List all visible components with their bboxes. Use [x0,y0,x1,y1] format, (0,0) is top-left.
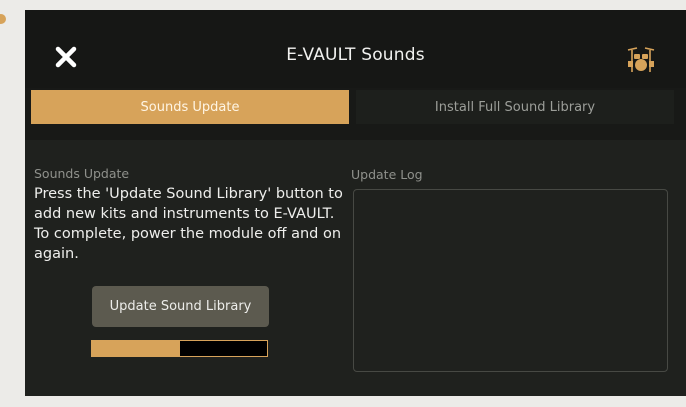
tab-install-full-library[interactable]: Install Full Sound Library [356,90,674,124]
window-title: E-VAULT Sounds [286,45,425,65]
title-bar: E-VAULT Sounds [25,10,686,88]
corner-dot [0,14,6,24]
tab-bar: Sounds Update Install Full Sound Library [25,88,686,140]
update-progress-bar [91,340,268,357]
section-label: Sounds Update [34,166,130,181]
update-log-box[interactable] [353,189,668,372]
sounds-panel: E-VAULT Sounds Sounds Update Install Ful… [25,10,686,396]
update-log-label: Update Log [351,167,423,182]
progress-fill [92,341,180,356]
update-description: Press the 'Update Sound Library' button … [34,186,343,262]
tab-sounds-update[interactable]: Sounds Update [31,90,349,124]
update-sound-library-button[interactable]: Update Sound Library [92,286,269,327]
update-section: Sounds Update Press the 'Update Sound Li… [34,166,344,264]
drum-kit-icon [626,45,656,73]
